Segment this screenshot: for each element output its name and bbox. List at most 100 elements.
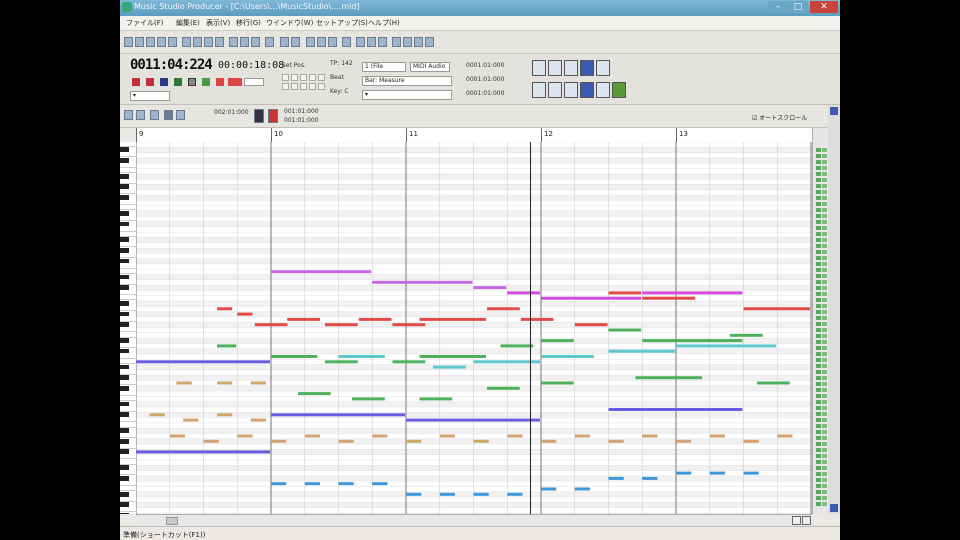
save-icon[interactable] bbox=[265, 37, 274, 47]
tempo-icon[interactable] bbox=[240, 37, 249, 47]
piano-roll-grid[interactable] bbox=[136, 142, 812, 514]
midi-note[interactable] bbox=[473, 492, 489, 496]
midi-note[interactable] bbox=[372, 280, 473, 284]
black-key[interactable] bbox=[120, 491, 129, 497]
midi-note[interactable] bbox=[608, 291, 642, 295]
midi-note[interactable] bbox=[433, 365, 466, 369]
midi-note[interactable] bbox=[709, 471, 725, 475]
black-key[interactable] bbox=[120, 385, 129, 391]
white-key[interactable] bbox=[120, 454, 136, 460]
midi-note[interactable] bbox=[217, 307, 233, 311]
midi-note[interactable] bbox=[541, 339, 574, 343]
white-key[interactable] bbox=[120, 359, 136, 365]
list-icon[interactable] bbox=[229, 37, 238, 47]
white-key[interactable] bbox=[120, 486, 136, 492]
midi-note[interactable] bbox=[743, 471, 759, 475]
midi-note[interactable] bbox=[642, 296, 696, 300]
tool-select-icon[interactable] bbox=[532, 60, 546, 76]
white-key[interactable] bbox=[120, 168, 136, 174]
midi-note[interactable] bbox=[709, 434, 725, 438]
copy-icon[interactable] bbox=[317, 37, 326, 47]
midi-note[interactable] bbox=[507, 434, 523, 438]
black-key[interactable] bbox=[120, 322, 129, 327]
midi-note[interactable] bbox=[419, 317, 487, 321]
midi-note[interactable] bbox=[176, 381, 192, 385]
midi-note[interactable] bbox=[136, 450, 270, 454]
midi-note[interactable] bbox=[271, 413, 405, 417]
midi-note[interactable] bbox=[338, 439, 354, 443]
link-tool-icon[interactable] bbox=[150, 110, 159, 120]
midi-note[interactable] bbox=[271, 270, 372, 274]
midi-note[interactable] bbox=[676, 471, 692, 475]
black-key[interactable] bbox=[120, 173, 129, 179]
midi-note[interactable] bbox=[608, 349, 676, 353]
black-key[interactable] bbox=[120, 438, 129, 444]
edit-b-icon[interactable] bbox=[548, 82, 562, 98]
midi-note[interactable] bbox=[304, 482, 320, 486]
white-key[interactable] bbox=[120, 295, 136, 301]
quantize-icon[interactable] bbox=[367, 37, 376, 47]
midi-note[interactable] bbox=[520, 317, 554, 321]
midi-note[interactable] bbox=[743, 307, 811, 311]
menu-help[interactable]: ヘルプ(H) bbox=[368, 18, 400, 28]
midi-note[interactable] bbox=[406, 492, 422, 496]
menu-file[interactable]: ファイル(F) bbox=[126, 18, 164, 28]
white-key[interactable] bbox=[120, 263, 136, 269]
measure-select[interactable]: Bar: Measure bbox=[362, 76, 452, 86]
rewind-button[interactable] bbox=[132, 78, 140, 86]
set-pos-label[interactable]: Set Pos. bbox=[282, 62, 306, 69]
menu-view[interactable]: 表示(V) bbox=[206, 18, 230, 28]
midi-note[interactable] bbox=[406, 439, 422, 443]
record-mode-box[interactable] bbox=[244, 78, 264, 86]
white-key[interactable] bbox=[120, 343, 136, 349]
white-key[interactable] bbox=[120, 433, 136, 439]
midi-note[interactable] bbox=[149, 413, 165, 417]
midi-note[interactable] bbox=[325, 360, 358, 364]
white-key[interactable] bbox=[120, 142, 136, 147]
black-key[interactable] bbox=[120, 338, 129, 343]
track-icon[interactable] bbox=[182, 37, 191, 47]
midi-note[interactable] bbox=[574, 487, 590, 491]
midi-note[interactable] bbox=[500, 344, 534, 348]
zoom-out-icon[interactable] bbox=[830, 504, 838, 512]
midi-note[interactable] bbox=[541, 381, 574, 385]
white-key[interactable] bbox=[120, 152, 136, 158]
black-key[interactable] bbox=[120, 301, 129, 306]
white-key[interactable] bbox=[120, 200, 136, 206]
black-key[interactable] bbox=[120, 465, 129, 471]
white-key[interactable] bbox=[120, 316, 136, 322]
midi-note[interactable] bbox=[541, 439, 557, 443]
white-key[interactable] bbox=[120, 163, 136, 168]
black-key[interactable] bbox=[120, 274, 129, 280]
midi-note[interactable] bbox=[237, 312, 253, 316]
split-icon[interactable] bbox=[403, 37, 412, 47]
close-button[interactable]: ✕ bbox=[810, 1, 838, 13]
midi-note[interactable] bbox=[473, 439, 489, 443]
edit-a-icon[interactable] bbox=[532, 82, 546, 98]
midi-note[interactable] bbox=[608, 408, 743, 411]
midi-note[interactable] bbox=[217, 413, 233, 417]
arrow-tool-icon[interactable] bbox=[124, 110, 133, 120]
midi-note[interactable] bbox=[487, 307, 520, 311]
black-key[interactable] bbox=[120, 428, 129, 433]
maximize-button[interactable]: □ bbox=[788, 1, 808, 13]
paste-icon[interactable] bbox=[328, 37, 337, 47]
menu-edit[interactable]: 編集(E) bbox=[176, 18, 200, 28]
white-key[interactable] bbox=[120, 407, 136, 412]
midi-note[interactable] bbox=[287, 317, 320, 321]
midi-note[interactable] bbox=[271, 439, 287, 443]
measure-ruler[interactable]: 9 10 11 12 13 bbox=[136, 128, 812, 143]
scroll-right-button[interactable] bbox=[802, 516, 811, 525]
midi-note[interactable] bbox=[743, 439, 759, 443]
white-key[interactable] bbox=[120, 269, 136, 274]
white-key[interactable] bbox=[120, 470, 136, 476]
midi-note[interactable] bbox=[730, 333, 763, 337]
punch-button[interactable] bbox=[228, 78, 242, 86]
midi-note[interactable] bbox=[487, 386, 520, 390]
black-key[interactable] bbox=[120, 221, 129, 227]
midi-note[interactable] bbox=[419, 355, 487, 358]
mixer-icon[interactable] bbox=[215, 37, 224, 47]
midi-note[interactable] bbox=[372, 434, 388, 438]
midi-note[interactable] bbox=[777, 434, 793, 438]
redo-icon[interactable] bbox=[291, 37, 300, 47]
